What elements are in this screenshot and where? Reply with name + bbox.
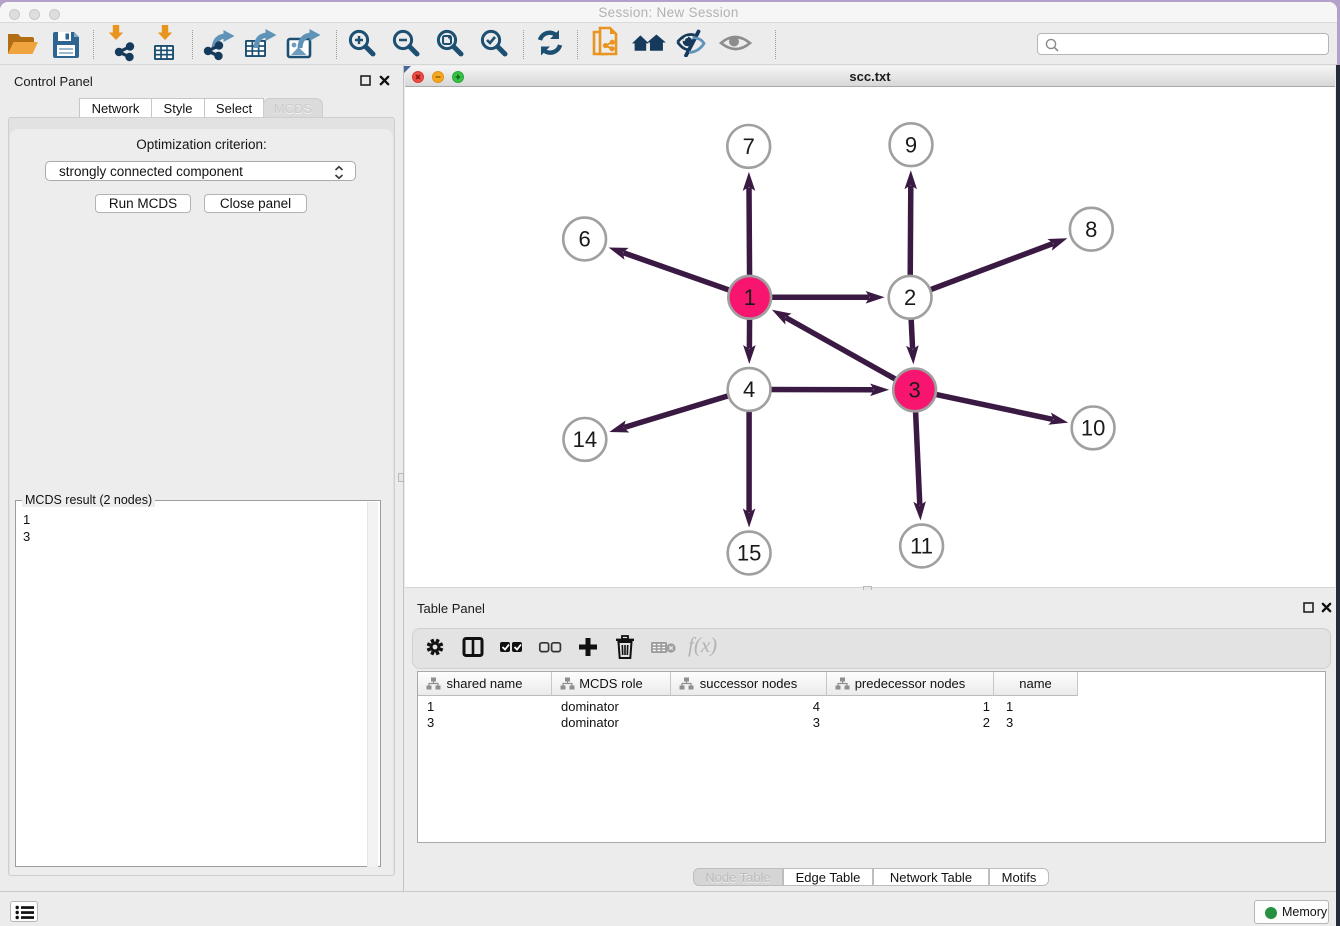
svg-text:11: 11	[910, 534, 933, 559]
svg-text:7: 7	[743, 134, 755, 159]
svg-text:6: 6	[578, 227, 590, 252]
svg-text:8: 8	[1085, 217, 1097, 242]
svg-text:2: 2	[904, 285, 916, 310]
svg-text:10: 10	[1081, 416, 1105, 441]
svg-text:1: 1	[744, 285, 756, 310]
svg-text:9: 9	[905, 132, 917, 157]
svg-text:14: 14	[573, 427, 597, 452]
svg-text:4: 4	[743, 377, 755, 402]
svg-text:3: 3	[908, 378, 920, 403]
svg-text:15: 15	[737, 541, 761, 566]
